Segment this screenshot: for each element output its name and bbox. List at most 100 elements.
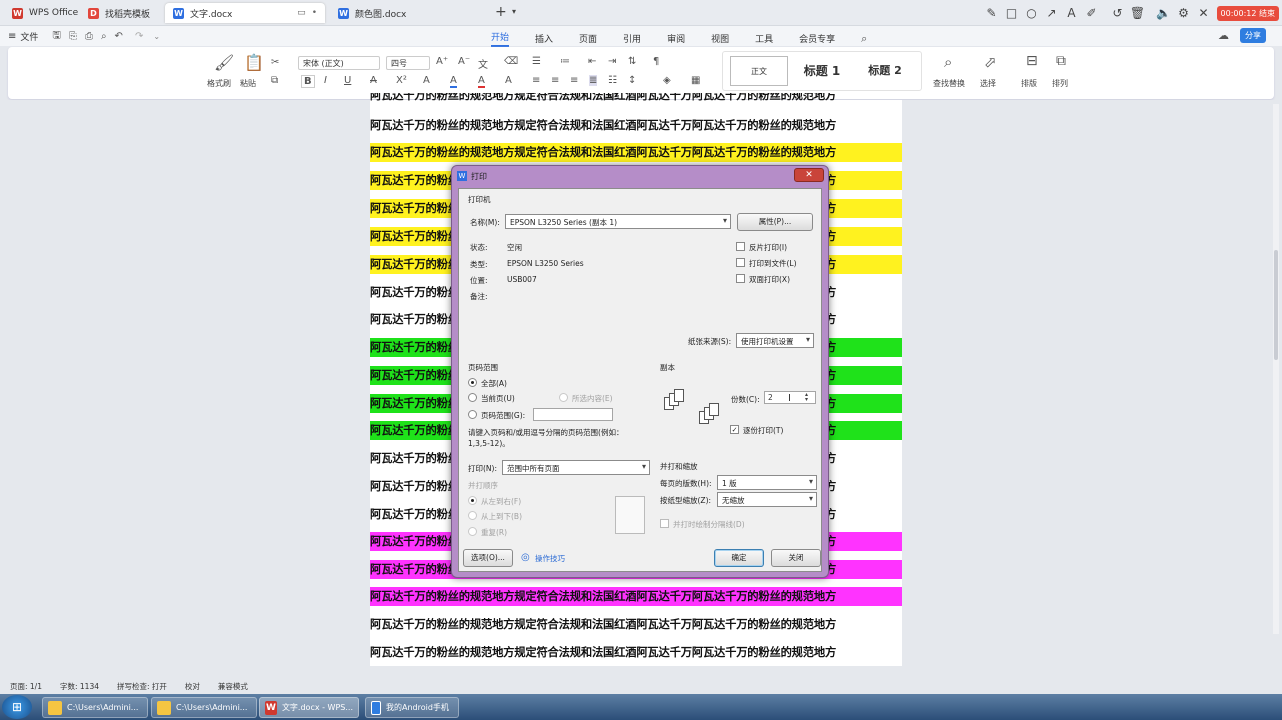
arrange-button[interactable]: 排列 <box>1052 78 1068 89</box>
tab-dot-icon[interactable]: • <box>312 8 317 18</box>
align-right-icon[interactable]: ≡ <box>570 75 578 86</box>
decrease-indent-icon[interactable]: ⇤ <box>588 56 596 67</box>
copies-spinner[interactable]: ▴ ▾ <box>805 392 808 403</box>
align-center-icon[interactable]: ≡ <box>551 75 559 86</box>
taskbar-explorer-2[interactable]: C:\Users\Admini... <box>151 697 257 718</box>
menu-reference[interactable]: 引用 <box>623 32 641 45</box>
format-painter-button[interactable]: 格式刷 <box>207 78 231 89</box>
tab-monitor-icon[interactable]: ▭ <box>297 8 306 18</box>
print-what-select[interactable]: 范围中所有页面 <box>502 460 650 475</box>
hamburger-icon[interactable]: ≡ <box>8 31 16 42</box>
strikethrough-icon[interactable]: A <box>370 75 377 86</box>
menu-review[interactable]: 审阅 <box>667 32 685 45</box>
text-tool-icon[interactable]: A <box>1062 6 1082 20</box>
undo-icon[interactable]: ↺ <box>1108 6 1128 20</box>
bullet-list-icon[interactable]: ☰ <box>532 56 541 67</box>
document-line[interactable]: 阿瓦达千万的粉丝的规范地方规定符合法规和法国红酒阿瓦达千万阿瓦达千万的粉丝的规范… <box>370 643 902 662</box>
windows-start-button[interactable]: ⊞ <box>2 695 32 719</box>
menu-page[interactable]: 页面 <box>579 32 597 45</box>
draw-borders-checkbox[interactable] <box>660 519 669 528</box>
highlighter-icon[interactable]: ✐ <box>1082 6 1102 20</box>
page-count[interactable]: 页面: 1/1 <box>10 681 42 692</box>
copy-icon[interactable]: ⧉ <box>271 75 278 86</box>
shading-icon[interactable]: ◈ <box>663 75 671 86</box>
properties-button[interactable]: 属性(P)... <box>737 213 813 231</box>
font-color-icon[interactable]: A <box>450 75 457 88</box>
chevron-down-icon[interactable]: ▾ <box>512 7 516 16</box>
paste-button[interactable]: 粘贴 <box>240 78 256 89</box>
paper-source-select[interactable]: 使用打印机设置 <box>736 333 814 348</box>
numbered-list-icon[interactable]: ≔ <box>560 56 570 67</box>
vertical-scrollbar[interactable] <box>1273 104 1279 634</box>
select-button[interactable]: 选择 <box>980 78 996 89</box>
menu-tools[interactable]: 工具 <box>755 32 773 45</box>
options-button[interactable]: 选项(O)... <box>463 549 513 567</box>
export-icon[interactable]: ⎘ <box>69 31 77 42</box>
tips-link[interactable]: 操作技巧 <box>535 553 565 564</box>
recording-timer-button[interactable]: 00:00:12 结束 <box>1216 5 1279 21</box>
pen-icon[interactable]: ✎ <box>982 6 1002 20</box>
menu-member[interactable]: 会员专享 <box>799 32 835 45</box>
rectangle-icon[interactable]: □ <box>1002 6 1022 20</box>
search-icon[interactable]: ⌕ <box>861 32 867 46</box>
dialog-close-button[interactable]: ✕ <box>794 168 824 182</box>
document-line[interactable]: 阿瓦达千万的粉丝的规范地方规定符合法规和法国红酒阿瓦达千万阿瓦达千万的粉丝的规范… <box>370 93 902 103</box>
repeat-radio[interactable] <box>468 527 477 536</box>
close-icon[interactable]: ✕ <box>1194 6 1214 20</box>
italic-icon[interactable]: I <box>324 75 327 86</box>
arrange-icon[interactable]: ⧉ <box>1056 53 1066 69</box>
page-range-radio[interactable] <box>468 410 477 419</box>
circle-icon[interactable]: ○ <box>1022 6 1042 20</box>
sort-icon[interactable]: ⇅ <box>628 56 636 67</box>
settings-icon[interactable]: ⚙ <box>1174 6 1194 20</box>
share-button[interactable]: 分享 <box>1240 28 1266 43</box>
close-button[interactable]: 关闭 <box>771 549 821 567</box>
font-name-select[interactable]: 宋体 (正文) <box>298 56 380 70</box>
phonetic-icon[interactable]: 文 <box>478 56 488 71</box>
current-page-radio[interactable] <box>468 393 477 402</box>
page-range-input[interactable] <box>533 408 613 421</box>
left-to-right-radio[interactable] <box>468 496 477 505</box>
borders-icon[interactable]: ▦ <box>691 75 700 86</box>
find-icon[interactable]: ⌕ <box>944 53 952 71</box>
document-line[interactable]: 阿瓦达千万的粉丝的规范地方规定符合法规和法国红酒阿瓦达千万阿瓦达千万的粉丝的规范… <box>370 615 902 634</box>
print-to-file-checkbox[interactable] <box>736 258 745 267</box>
file-menu[interactable]: 文件 <box>20 30 38 43</box>
document-line[interactable]: 阿瓦达千万的粉丝的规范地方规定符合法规和法国红酒阿瓦达千万阿瓦达千万的粉丝的规范… <box>370 143 902 162</box>
style-normal[interactable]: 正文 <box>730 56 788 86</box>
selection-radio[interactable] <box>559 393 568 402</box>
cut-icon[interactable]: ✂ <box>271 57 279 68</box>
increase-indent-icon[interactable]: ⇥ <box>608 56 616 67</box>
taskbar-android[interactable]: 我的Android手机 <box>365 697 459 718</box>
font-size-select[interactable]: 四号 <box>386 56 430 70</box>
highlight-color-icon[interactable]: A <box>478 75 485 88</box>
all-pages-radio[interactable] <box>468 378 477 387</box>
justify-icon[interactable]: ≣ <box>589 75 598 86</box>
ok-button[interactable]: 确定 <box>714 549 764 567</box>
cloud-icon[interactable]: ☁ <box>1218 29 1229 42</box>
arrow-icon[interactable]: ↗ <box>1042 6 1062 20</box>
text-effect-icon[interactable]: A <box>423 75 430 86</box>
scrollbar-thumb[interactable] <box>1274 250 1278 360</box>
print-icon[interactable]: ⎙ <box>85 31 93 42</box>
taskbar-explorer-1[interactable]: C:\Users\Admini... <box>42 697 148 718</box>
align-left-icon[interactable]: ≡ <box>532 75 540 86</box>
distribute-icon[interactable]: ☷ <box>608 75 617 86</box>
save-icon[interactable]: 🖫 <box>52 28 61 45</box>
spell-check-status[interactable]: 拼写检查: 打开 <box>117 681 167 692</box>
format-painter-icon[interactable]: 🖌 <box>214 53 234 72</box>
proofread-button[interactable]: 校对 <box>185 681 200 692</box>
style-heading-1[interactable]: 标题 1 <box>794 55 850 85</box>
bold-icon[interactable]: B <box>301 75 315 88</box>
customize-icon[interactable]: ⌄ <box>153 32 160 41</box>
menu-view[interactable]: 视图 <box>711 32 729 45</box>
taskbar-wps[interactable]: W 文字.docx - WPS... <box>259 697 359 718</box>
preview-icon[interactable]: ⌕ <box>101 31 107 42</box>
select-cursor-icon[interactable]: ⬀ <box>984 53 997 71</box>
reverse-print-checkbox[interactable] <box>736 242 745 251</box>
top-to-bottom-radio[interactable] <box>468 511 477 520</box>
layout-icon[interactable]: ⊟ <box>1026 53 1038 69</box>
new-tab-button[interactable]: + <box>495 4 507 20</box>
undo-icon[interactable]: ↶ <box>115 31 123 42</box>
pages-per-sheet-select[interactable]: 1 版 <box>717 475 817 490</box>
